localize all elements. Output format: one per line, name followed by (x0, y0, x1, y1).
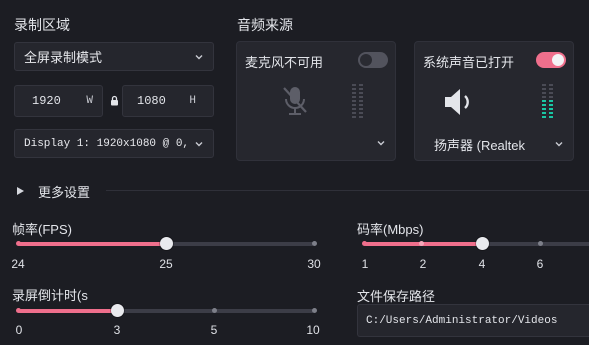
system-audio-level-meter-right (549, 84, 553, 120)
more-settings-toggle[interactable]: 更多设置 (16, 182, 90, 200)
system-audio-panel: 系统声音已打开 扬声器 (Realtek (414, 41, 574, 161)
microphone-panel: 麦克风不可用 (236, 41, 396, 161)
chevron-down-icon (377, 141, 385, 146)
recording-area-title: 录制区域 (14, 17, 70, 33)
frame-rate-slider-fill (18, 242, 166, 246)
divider (106, 190, 589, 191)
countdown-slider-fill (18, 309, 117, 313)
bitrate-slider[interactable] (361, 237, 589, 250)
recording-mode-value: 全屏录制模式 (24, 50, 103, 65)
microphone-level-meter-left (352, 84, 356, 120)
countdown-tick-label: 10 (306, 323, 320, 337)
width-field[interactable]: 1920 W (14, 85, 103, 117)
system-audio-device-value: 扬声器 (Realtek (434, 138, 526, 153)
countdown-tick-label: 5 (210, 323, 218, 337)
countdown-tick-label: 3 (113, 323, 121, 337)
bitrate-tick-label: 4 (478, 257, 486, 271)
chevron-down-icon (195, 54, 203, 59)
frame-rate-tick-label: 24 (11, 257, 25, 271)
countdown-tick-label: 0 (15, 323, 23, 337)
microphone-muted-icon (283, 87, 307, 115)
caret-right-icon (17, 187, 24, 195)
recording-mode-select[interactable]: 全屏录制模式 (14, 42, 214, 71)
countdown-label: 录屏倒计时(s (12, 288, 88, 303)
system-audio-toggle[interactable] (536, 52, 566, 68)
save-path-input[interactable]: C:/Users/Administrator/Videos (357, 304, 589, 337)
frame-rate-tick (311, 241, 317, 246)
system-audio-label: 系统声音已打开 (423, 55, 515, 70)
lock-icon[interactable] (110, 95, 119, 106)
microphone-toggle[interactable] (358, 52, 388, 68)
bitrate-tick-label: 2 (419, 257, 427, 271)
bitrate-slider-knob[interactable] (475, 237, 489, 250)
frame-rate-tick-label: 25 (159, 257, 173, 271)
bitrate-tick (361, 241, 367, 246)
frame-rate-slider[interactable] (15, 237, 317, 250)
frame-rate-slider-knob[interactable] (159, 237, 173, 250)
bitrate-tick (537, 241, 543, 246)
chevron-down-icon (195, 141, 203, 146)
system-audio-device-select[interactable]: 扬声器 (Realtek (434, 135, 565, 153)
bitrate-label: 码率(Mbps) (357, 222, 424, 237)
microphone-label: 麦克风不可用 (245, 55, 324, 70)
height-unit: H (189, 95, 196, 107)
microphone-device-select[interactable] (245, 134, 387, 152)
save-path-label: 文件保存路径 (357, 289, 436, 304)
width-value: 1920 (32, 94, 61, 108)
bitrate-tick-label: 6 (536, 257, 544, 271)
countdown-slider-knob[interactable] (110, 304, 124, 317)
bitrate-tick (418, 241, 424, 246)
height-field[interactable]: 1080 H (122, 85, 214, 117)
microphone-level-meter-right (359, 84, 363, 120)
width-unit: W (86, 95, 93, 107)
chevron-down-icon (555, 142, 563, 147)
countdown-tick (211, 308, 217, 313)
frame-rate-label: 帧率(FPS) (12, 222, 72, 237)
display-select[interactable]: Display 1: 1920x1080 @ 0, (14, 129, 214, 158)
countdown-tick (311, 308, 317, 313)
audio-source-title: 音频来源 (237, 17, 293, 33)
speaker-icon (445, 89, 469, 115)
countdown-slider[interactable] (15, 304, 317, 317)
display-value: Display 1: 1920x1080 @ 0, (24, 137, 190, 150)
frame-rate-tick (15, 241, 21, 246)
more-settings-label: 更多设置 (38, 184, 91, 200)
countdown-tick (15, 308, 21, 313)
height-value: 1080 (137, 94, 166, 108)
system-audio-level-meter-left (542, 84, 546, 120)
bitrate-tick-label: 1 (361, 257, 369, 271)
save-path-value: C:/Users/Administrator/Videos (366, 314, 558, 327)
frame-rate-tick-label: 30 (307, 257, 321, 271)
